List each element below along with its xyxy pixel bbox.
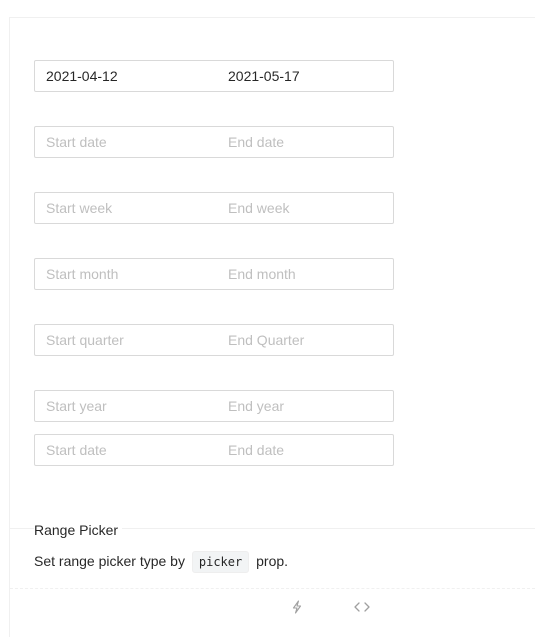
start-quarter-input[interactable]: Start quarter <box>46 329 228 351</box>
desc-text-after: prop. <box>256 553 289 569</box>
range-picker-year[interactable]: Start year End year <box>34 390 394 422</box>
demo-description: Set range picker type by picker prop. <box>34 550 288 573</box>
actions-divider <box>10 588 535 589</box>
start-date-input[interactable]: 2021-04-12 <box>46 65 228 87</box>
range-picker-date[interactable]: Start date End date <box>34 126 394 158</box>
picker-prop-code: picker <box>191 551 250 573</box>
range-picker-quarter[interactable]: Start quarter End Quarter <box>34 324 394 356</box>
range-picker-month[interactable]: Start month End month <box>34 258 394 290</box>
end-month-input[interactable]: End month <box>228 263 382 285</box>
end-week-input[interactable]: End week <box>228 197 382 219</box>
end-date-input[interactable]: End date <box>228 439 382 461</box>
end-date-input[interactable]: End date <box>228 131 382 153</box>
start-month-input[interactable]: Start month <box>46 263 228 285</box>
start-date-input[interactable]: Start date <box>46 439 228 461</box>
end-quarter-input[interactable]: End Quarter <box>228 329 382 351</box>
range-picker-week[interactable]: Start week End week <box>34 192 394 224</box>
lightning-icon[interactable] <box>290 597 304 615</box>
end-date-input[interactable]: 2021-05-17 <box>228 65 382 87</box>
end-year-input[interactable]: End year <box>228 395 382 417</box>
start-date-input[interactable]: Start date <box>46 131 228 153</box>
code-icon[interactable] <box>353 597 371 615</box>
start-week-input[interactable]: Start week <box>46 197 228 219</box>
demo-title[interactable]: Range Picker <box>34 520 123 540</box>
range-picker-date-filled[interactable]: 2021-04-12 2021-05-17 <box>34 60 394 92</box>
desc-text-before: Set range picker type by <box>34 553 185 569</box>
range-picker-date-second[interactable]: Start date End date <box>34 434 394 466</box>
start-year-input[interactable]: Start year <box>46 395 228 417</box>
